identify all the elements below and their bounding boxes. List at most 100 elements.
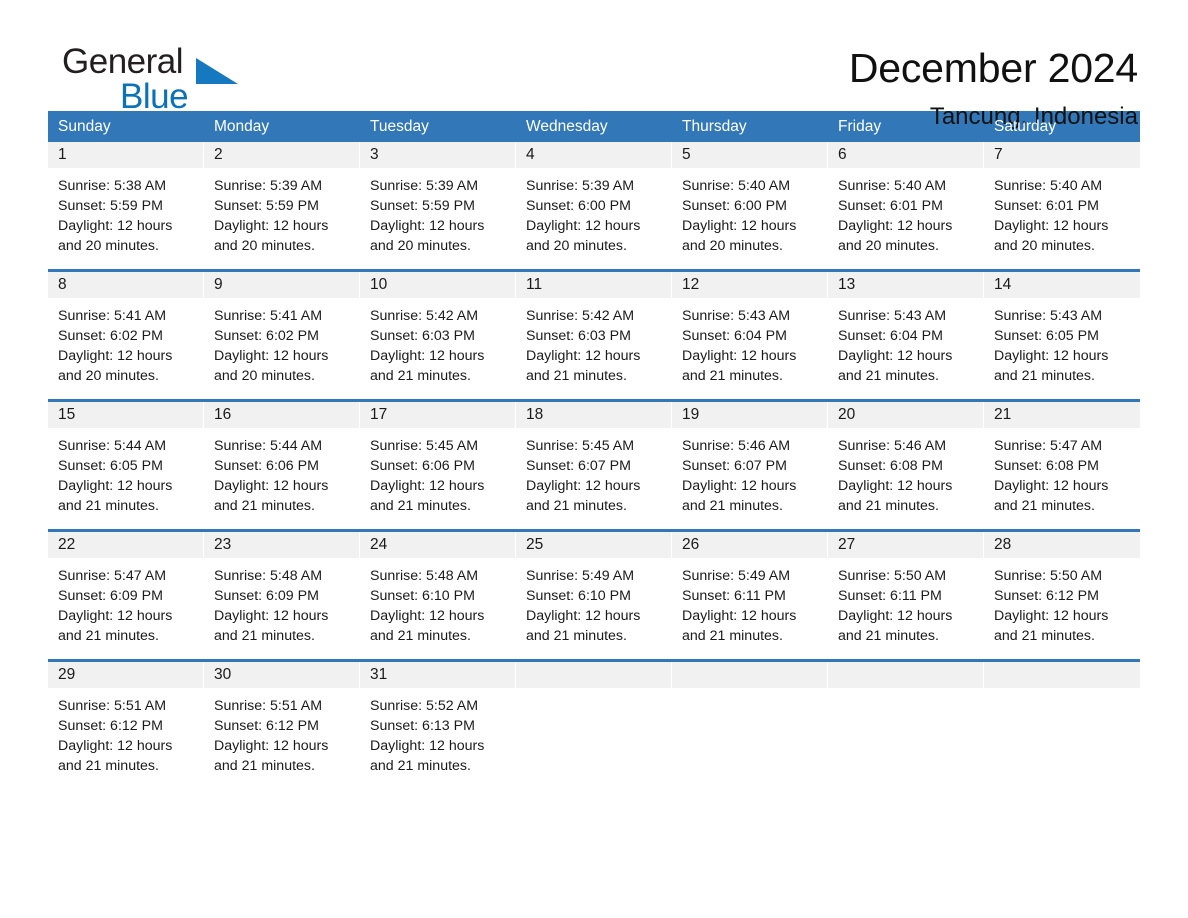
daylight-text-line1: Daylight: 12 hours xyxy=(526,478,641,494)
calendar-day-cell[interactable]: 26 Sunrise: 5:49 AM Sunset: 6:11 PM Dayligh… xyxy=(672,532,828,652)
calendar-day-cell[interactable]: 5 Sunrise: 5:40 AM Sunset: 6:00 PM Daylight… xyxy=(672,142,828,262)
calendar-day-cell[interactable]: 24 Sunrise: 5:48 AM Sunset: 6:10 PM Dayligh… xyxy=(360,532,516,652)
calendar-day-cell[interactable]: 29 Sunrise: 5:51 AM Sunset: 6:12 PM Dayligh… xyxy=(48,662,204,782)
daylight-text-line1: Daylight: 12 hours xyxy=(526,348,641,364)
sunset-text: Sunset: 5:59 PM xyxy=(214,198,319,214)
daylight-text-line1: Daylight: 12 hours xyxy=(58,478,173,494)
day-details: Sunrise: 5:40 AM Sunset: 6:01 PM Daylight:… xyxy=(828,168,983,256)
calendar-day-cell[interactable]: 10 Sunrise: 5:42 AM Sunset: 6:03 PM Dayligh… xyxy=(360,272,516,392)
sunset-text: Sunset: 6:07 PM xyxy=(526,458,631,474)
calendar-day-cell[interactable]: 28 Sunrise: 5:50 AM Sunset: 6:12 PM Dayligh… xyxy=(984,532,1140,652)
day-number: 14 xyxy=(984,272,1140,298)
daylight-text-line2: and 20 minutes. xyxy=(214,238,315,254)
calendar-day-cell[interactable]: 1 Sunrise: 5:38 AM Sunset: 5:59 PM Daylight… xyxy=(48,142,204,262)
sunrise-text: Sunrise: 5:50 AM xyxy=(994,568,1103,584)
day-number: 9 xyxy=(204,272,359,298)
daylight-text-line1: Daylight: 12 hours xyxy=(58,608,173,624)
sunset-text: Sunset: 6:11 PM xyxy=(838,588,942,604)
daylight-text-line2: and 21 minutes. xyxy=(994,628,1095,644)
daylight-text-line1: Daylight: 12 hours xyxy=(214,478,329,494)
calendar-week-row: 1 Sunrise: 5:38 AM Sunset: 5:59 PM Daylight… xyxy=(48,142,1140,262)
sunset-text: Sunset: 6:05 PM xyxy=(58,458,163,474)
day-details: Sunrise: 5:47 AM Sunset: 6:08 PM Daylight:… xyxy=(984,428,1140,516)
generalblue-logo[interactable]: General Blue xyxy=(48,44,268,116)
calendar-day-cell[interactable]: 21 Sunrise: 5:47 AM Sunset: 6:08 PM Dayligh… xyxy=(984,402,1140,522)
calendar-day-cell[interactable]: 14 Sunrise: 5:43 AM Sunset: 6:05 PM Dayligh… xyxy=(984,272,1140,392)
daylight-text-line1: Daylight: 12 hours xyxy=(214,218,329,234)
day-details xyxy=(516,688,671,696)
day-number: 24 xyxy=(360,532,515,558)
day-number xyxy=(828,662,983,688)
day-number: 15 xyxy=(48,402,203,428)
calendar-day-cell[interactable]: 16 Sunrise: 5:44 AM Sunset: 6:06 PM Dayligh… xyxy=(204,402,360,522)
calendar-day-cell[interactable]: 12 Sunrise: 5:43 AM Sunset: 6:04 PM Dayligh… xyxy=(672,272,828,392)
day-details xyxy=(672,688,827,696)
sunset-text: Sunset: 6:11 PM xyxy=(682,588,786,604)
calendar-day-cell[interactable]: 9 Sunrise: 5:41 AM Sunset: 6:02 PM Daylight… xyxy=(204,272,360,392)
sunset-text: Sunset: 6:09 PM xyxy=(58,588,163,604)
day-number: 4 xyxy=(516,142,671,168)
calendar-day-cell[interactable]: 30 Sunrise: 5:51 AM Sunset: 6:12 PM Dayligh… xyxy=(204,662,360,782)
calendar-day-cell[interactable]: 6 Sunrise: 5:40 AM Sunset: 6:01 PM Daylight… xyxy=(828,142,984,262)
daylight-text-line2: and 20 minutes. xyxy=(58,238,159,254)
calendar-day-cell[interactable]: 19 Sunrise: 5:46 AM Sunset: 6:07 PM Dayligh… xyxy=(672,402,828,522)
sunset-text: Sunset: 6:02 PM xyxy=(214,328,319,344)
sunset-text: Sunset: 5:59 PM xyxy=(58,198,163,214)
sunset-text: Sunset: 6:05 PM xyxy=(994,328,1099,344)
daylight-text-line2: and 20 minutes. xyxy=(682,238,783,254)
calendar-day-cell[interactable]: 27 Sunrise: 5:50 AM Sunset: 6:11 PM Dayligh… xyxy=(828,532,984,652)
calendar-day-cell[interactable]: 2 Sunrise: 5:39 AM Sunset: 5:59 PM Daylight… xyxy=(204,142,360,262)
sunset-text: Sunset: 6:01 PM xyxy=(838,198,943,214)
daylight-text-line1: Daylight: 12 hours xyxy=(994,478,1109,494)
day-number: 21 xyxy=(984,402,1140,428)
day-number: 17 xyxy=(360,402,515,428)
daylight-text-line2: and 21 minutes. xyxy=(838,628,939,644)
sunrise-text: Sunrise: 5:44 AM xyxy=(214,438,323,454)
daylight-text-line1: Daylight: 12 hours xyxy=(838,348,953,364)
calendar-day-cell[interactable]: 13 Sunrise: 5:43 AM Sunset: 6:04 PM Dayligh… xyxy=(828,272,984,392)
calendar-cell-empty xyxy=(828,662,984,782)
calendar-day-cell[interactable]: 8 Sunrise: 5:41 AM Sunset: 6:02 PM Daylight… xyxy=(48,272,204,392)
daylight-text-line1: Daylight: 12 hours xyxy=(994,608,1109,624)
day-details: Sunrise: 5:45 AM Sunset: 6:06 PM Daylight:… xyxy=(360,428,515,516)
day-number: 5 xyxy=(672,142,827,168)
sunset-text: Sunset: 6:12 PM xyxy=(994,588,1099,604)
day-number: 19 xyxy=(672,402,827,428)
calendar-day-cell[interactable]: 22 Sunrise: 5:47 AM Sunset: 6:09 PM Dayligh… xyxy=(48,532,204,652)
calendar-day-cell[interactable]: 23 Sunrise: 5:48 AM Sunset: 6:09 PM Dayligh… xyxy=(204,532,360,652)
sunrise-text: Sunrise: 5:47 AM xyxy=(58,568,167,584)
calendar-day-cell[interactable]: 20 Sunrise: 5:46 AM Sunset: 6:08 PM Dayligh… xyxy=(828,402,984,522)
calendar-day-cell[interactable]: 15 Sunrise: 5:44 AM Sunset: 6:05 PM Dayligh… xyxy=(48,402,204,522)
day-details: Sunrise: 5:50 AM Sunset: 6:11 PM Daylight:… xyxy=(828,558,983,646)
calendar-day-cell[interactable]: 4 Sunrise: 5:39 AM Sunset: 6:00 PM Daylight… xyxy=(516,142,672,262)
calendar-day-cell[interactable]: 18 Sunrise: 5:45 AM Sunset: 6:07 PM Dayligh… xyxy=(516,402,672,522)
sunrise-text: Sunrise: 5:46 AM xyxy=(838,438,947,454)
day-number: 25 xyxy=(516,532,671,558)
daylight-text-line1: Daylight: 12 hours xyxy=(526,218,641,234)
sunset-text: Sunset: 6:13 PM xyxy=(370,718,475,734)
daylight-text-line2: and 21 minutes. xyxy=(994,498,1095,514)
page-header: General Blue December 2024 Tancung, Indo… xyxy=(48,0,1140,131)
daylight-text-line1: Daylight: 12 hours xyxy=(838,608,953,624)
calendar-cell-empty xyxy=(516,662,672,782)
calendar-day-cell[interactable]: 7 Sunrise: 5:40 AM Sunset: 6:01 PM Daylight… xyxy=(984,142,1140,262)
sunrise-text: Sunrise: 5:43 AM xyxy=(838,308,947,324)
sunset-text: Sunset: 6:03 PM xyxy=(370,328,475,344)
calendar-day-cell[interactable]: 25 Sunrise: 5:49 AM Sunset: 6:10 PM Dayligh… xyxy=(516,532,672,652)
daylight-text-line1: Daylight: 12 hours xyxy=(838,478,953,494)
day-details xyxy=(984,688,1140,696)
daylight-text-line2: and 21 minutes. xyxy=(682,368,783,384)
daylight-text-line2: and 21 minutes. xyxy=(526,368,627,384)
daylight-text-line2: and 21 minutes. xyxy=(370,628,471,644)
sunset-text: Sunset: 5:59 PM xyxy=(370,198,475,214)
daylight-text-line2: and 21 minutes. xyxy=(214,628,315,644)
calendar-day-cell[interactable]: 31 Sunrise: 5:52 AM Sunset: 6:13 PM Dayligh… xyxy=(360,662,516,782)
day-number: 13 xyxy=(828,272,983,298)
calendar-day-cell[interactable]: 17 Sunrise: 5:45 AM Sunset: 6:06 PM Dayligh… xyxy=(360,402,516,522)
calendar-day-cell[interactable]: 3 Sunrise: 5:39 AM Sunset: 5:59 PM Daylight… xyxy=(360,142,516,262)
sunrise-text: Sunrise: 5:40 AM xyxy=(838,178,947,194)
triangle-icon xyxy=(196,58,238,84)
sunrise-text: Sunrise: 5:48 AM xyxy=(370,568,479,584)
sunset-text: Sunset: 6:00 PM xyxy=(526,198,631,214)
calendar-day-cell[interactable]: 11 Sunrise: 5:42 AM Sunset: 6:03 PM Dayligh… xyxy=(516,272,672,392)
